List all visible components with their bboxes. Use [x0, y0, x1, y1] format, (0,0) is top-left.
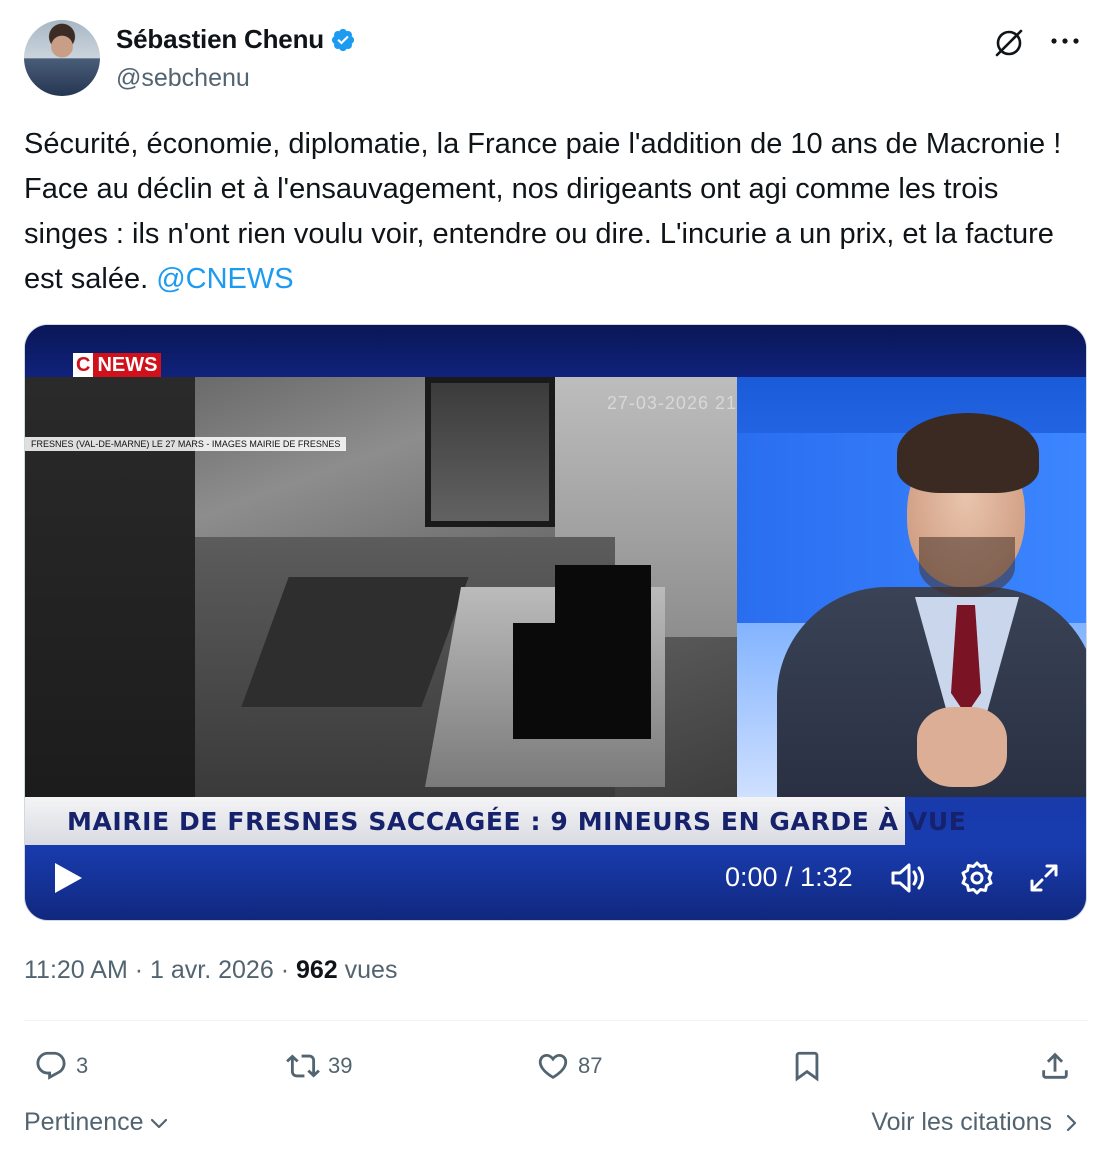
bookmark-button[interactable]: [790, 1044, 824, 1088]
tweet-meta: 11:20 AM · 1 avr. 2026 · 962 vues: [24, 956, 397, 985]
avatar[interactable]: [24, 20, 100, 96]
studio-guest-frame: [737, 377, 1086, 797]
grok-icon[interactable]: [992, 26, 1026, 60]
video-player[interactable]: C NEWS FRESNES (VAL-DE-MARNE) LE 27 MARS …: [24, 324, 1087, 921]
news-headline: MAIRIE DE FRESNES SACCAGÉE : 9 MINEURS E…: [67, 806, 967, 836]
author-handle[interactable]: @sebchenu: [116, 64, 250, 93]
divider: [24, 1020, 1088, 1021]
views-label: vues: [344, 956, 398, 984]
repost-button[interactable]: 39: [286, 1044, 352, 1088]
like-count: 87: [578, 1053, 603, 1078]
tweet-header: Sébastien Chenu @sebchenu: [24, 20, 1082, 100]
meta-separator: ·: [134, 956, 144, 984]
chevron-down-icon: [150, 1118, 167, 1128]
replies-toolbar: Pertinence Voir les citations: [24, 1108, 1082, 1144]
views-count: 962: [295, 956, 338, 984]
view-quotes-link[interactable]: Voir les citations: [871, 1108, 1082, 1137]
author-name-row: Sébastien Chenu: [116, 24, 356, 55]
like-icon: [538, 1053, 568, 1079]
cnews-logo-news: NEWS: [93, 353, 162, 377]
author-display-name[interactable]: Sébastien Chenu: [116, 24, 324, 55]
like-button[interactable]: 87: [536, 1044, 602, 1088]
tweet-text: Sécurité, économie, diplomatie, la Franc…: [24, 122, 1074, 302]
repost-count: 39: [328, 1053, 353, 1078]
repost-icon: [286, 1054, 320, 1078]
footage-timestamp: 27-03-2026 21: [606, 393, 737, 413]
reply-button[interactable]: 3: [34, 1044, 88, 1088]
video-controls: 0:00 / 1:32: [25, 844, 1086, 920]
action-bar: 3 39 87: [24, 1044, 1084, 1088]
cctv-footage: FRESNES (VAL-DE-MARNE) LE 27 MARS - IMAG…: [25, 377, 737, 797]
more-icon[interactable]: [1048, 24, 1082, 58]
cnews-logo-c: C: [73, 353, 94, 377]
volume-icon[interactable]: [889, 860, 927, 896]
sort-dropdown[interactable]: Pertinence: [24, 1108, 170, 1137]
cnews-logo: C NEWS: [73, 353, 162, 377]
chevron-right-icon: [1066, 1114, 1077, 1131]
share-icon: [1042, 1052, 1068, 1079]
reply-icon: [36, 1051, 66, 1080]
meta-separator: ·: [280, 956, 290, 984]
bookmark-icon: [795, 1051, 819, 1082]
censor-block: [555, 565, 651, 627]
video-time: 0:00 / 1:32: [725, 862, 853, 892]
footage-caption: FRESNES (VAL-DE-MARNE) LE 27 MARS - IMAG…: [25, 437, 347, 451]
fullscreen-icon[interactable]: [1027, 860, 1061, 896]
reply-count: 3: [76, 1053, 89, 1078]
play-icon[interactable]: [51, 860, 85, 896]
censor-block: [513, 623, 651, 739]
settings-icon[interactable]: [959, 860, 995, 896]
news-headline-banner: MAIRIE DE FRESNES SACCAGÉE : 9 MINEURS E…: [25, 797, 966, 845]
tweet-time[interactable]: 11:20 AM: [24, 956, 128, 984]
mention-link[interactable]: @CNEWS: [156, 263, 293, 295]
video-top-band: [25, 325, 1086, 377]
sort-label: Pertinence: [24, 1108, 144, 1136]
verified-badge-icon: [331, 28, 355, 51]
tweet-date[interactable]: 1 avr. 2026: [150, 956, 274, 984]
quotes-label: Voir les citations: [871, 1108, 1052, 1136]
share-button[interactable]: [1038, 1044, 1072, 1088]
